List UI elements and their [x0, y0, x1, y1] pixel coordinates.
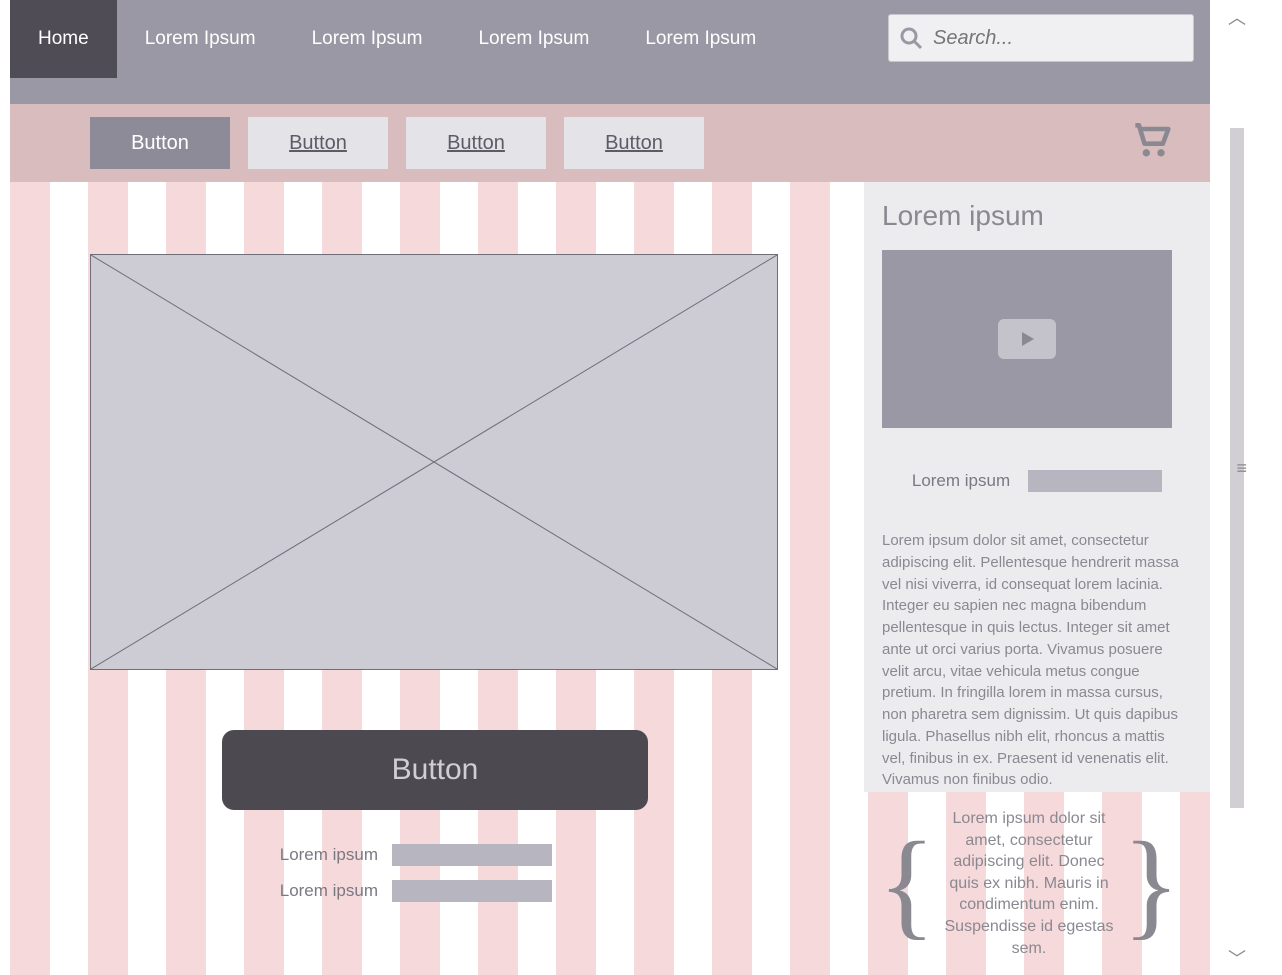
main-fields: Lorem ipsum Lorem ipsum — [222, 844, 552, 916]
field-input-0[interactable] — [392, 844, 552, 866]
sub-button-3[interactable]: Button — [564, 117, 704, 169]
field-label-1: Lorem ipsum — [222, 881, 378, 901]
play-icon — [1017, 329, 1037, 349]
search-input[interactable] — [933, 27, 1173, 50]
sidebar-field-input[interactable] — [1028, 470, 1162, 492]
top-navigation: Home Lorem Ipsum Lorem Ipsum Lorem Ipsum… — [10, 0, 1210, 104]
play-button[interactable] — [998, 319, 1056, 359]
cart-button[interactable] — [1128, 118, 1172, 162]
field-row-1: Lorem ipsum — [222, 880, 552, 902]
nav-home[interactable]: Home — [10, 0, 117, 78]
cart-icon — [1128, 118, 1172, 162]
field-input-1[interactable] — [392, 880, 552, 902]
field-row-0: Lorem ipsum — [222, 844, 552, 866]
primary-action-button[interactable]: Button — [222, 730, 648, 810]
sidebar-field-row: Lorem ipsum — [882, 470, 1192, 492]
nav-item-1[interactable]: Lorem Ipsum — [117, 0, 284, 78]
quote-text: Lorem ipsum dolor sit amet, consectetur … — [936, 808, 1123, 959]
sidebar-field-label: Lorem ipsum — [912, 471, 1010, 491]
scroll-down-button[interactable]: ﹀ — [1228, 945, 1246, 971]
search-icon — [899, 26, 923, 50]
nav-item-3[interactable]: Lorem Ipsum — [450, 0, 617, 78]
sub-button-2[interactable]: Button — [406, 117, 546, 169]
scrollbar-grip-icon[interactable]: ≡ — [1236, 458, 1246, 479]
open-brace-icon: { — [878, 836, 936, 932]
sub-button-1[interactable]: Button — [248, 117, 388, 169]
crossed-box-icon — [91, 255, 777, 669]
sub-button-0[interactable]: Button — [90, 117, 230, 169]
scroll-up-button[interactable]: ︿ — [1228, 4, 1246, 30]
nav-item-2[interactable]: Lorem Ipsum — [284, 0, 451, 78]
sidebar-title: Lorem ipsum — [882, 200, 1192, 232]
video-player[interactable] — [882, 250, 1172, 428]
nav-item-4[interactable]: Lorem Ipsum — [617, 0, 784, 78]
sidebar-panel: Lorem ipsum Lorem ipsum Lorem ipsum dolo… — [864, 182, 1210, 792]
sub-toolbar: Button Button Button Button — [10, 104, 1210, 182]
field-label-0: Lorem ipsum — [222, 845, 378, 865]
search-box[interactable] — [888, 14, 1194, 62]
close-brace-icon: } — [1122, 836, 1180, 932]
hero-image-placeholder — [90, 254, 778, 670]
quote-block: { Lorem ipsum dolor sit amet, consectetu… — [878, 808, 1180, 959]
sidebar-paragraph: Lorem ipsum dolor sit amet, consectetur … — [882, 530, 1192, 791]
